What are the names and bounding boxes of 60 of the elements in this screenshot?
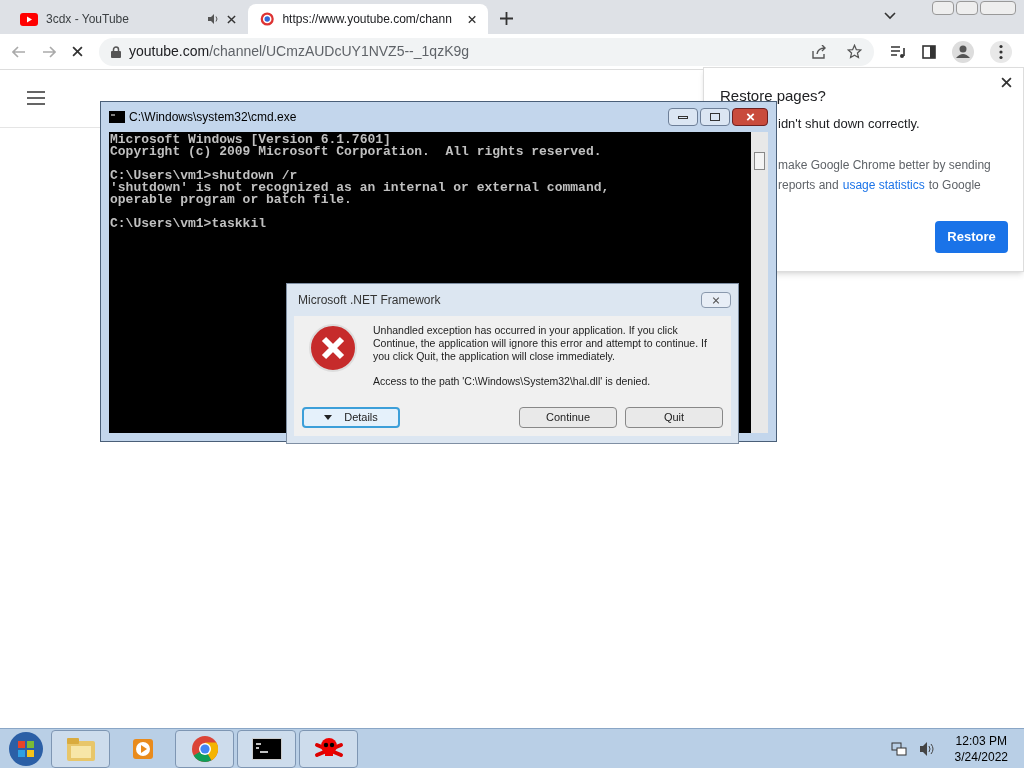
window-title: C:\Windows\system32\cmd.exe (129, 109, 297, 126)
browser-logo-icon (190, 734, 219, 763)
stop-loading-icon[interactable] (72, 46, 83, 57)
popup-text: make Google Chrome better by sending (778, 157, 991, 174)
close-icon (745, 113, 755, 121)
console-icon (109, 111, 125, 123)
details-button[interactable]: Details (302, 407, 400, 428)
folder-icon (65, 735, 96, 762)
new-tab-icon[interactable] (500, 12, 513, 25)
tab-title: https://www.youtube.com/chann (282, 11, 452, 28)
close-icon[interactable] (227, 14, 236, 24)
maximize-button[interactable] (700, 108, 730, 126)
console-line: operable program or batch file. (110, 194, 352, 206)
lock-icon (111, 45, 121, 58)
console-line: Microsoft Windows [Version 6.1.7601] (110, 134, 391, 146)
tab-title: 3cdx - YouTube (46, 11, 129, 28)
network-icon[interactable] (890, 740, 907, 757)
speaker-icon[interactable] (207, 13, 219, 25)
dialog-button[interactable]: Continue (519, 407, 617, 428)
console-icon (251, 737, 282, 760)
video-logo-icon (20, 12, 38, 26)
loading-icon (260, 11, 275, 27)
console-line: 'shutdown' is not recognized as an internal or external command, (110, 182, 610, 194)
side-panel-icon[interactable] (922, 44, 936, 59)
chevron-down-icon[interactable] (884, 12, 896, 20)
media-list-icon[interactable] (890, 44, 906, 59)
popup-message: idn't shut down correctly. (778, 115, 920, 133)
address-bar[interactable]: youtube.com/channel/UCmzAUDcUY1NVZ5--_1qzK9g (99, 37, 874, 66)
popup-text: to Google (928, 177, 981, 194)
error-detail: Access to the path 'C:\Windows\System32\hal.dll' is denied. (373, 375, 652, 388)
console-line: Copyright (c) 2009 Microsoft Corporation. All rights reserved. (110, 146, 602, 158)
url-text: youtube.com/channel/UCmzAUDcUY1NVZ5--_1qzK9g (129, 42, 470, 61)
popup-text: reports and (778, 177, 839, 194)
browser-tab[interactable]: 3cdx - YouTube (8, 4, 248, 34)
console-line: C:\Users\vm1>taskkil (110, 218, 267, 230)
speaker-icon[interactable] (918, 740, 935, 757)
error-icon (309, 324, 357, 372)
popup-title: Restore pages? (720, 86, 826, 106)
usage-statistics-link[interactable]: usage statistics (842, 176, 925, 194)
profile-icon[interactable] (952, 40, 974, 63)
share-icon[interactable] (811, 44, 827, 59)
clock[interactable]: 12:03 PM 3/24/2022 (954, 732, 1008, 765)
more-menu-icon[interactable] (990, 40, 1012, 63)
close-icon (712, 296, 720, 304)
minimize-button[interactable] (668, 108, 698, 126)
star-icon[interactable] (847, 44, 862, 59)
window-title: Microsoft .NET Framework (297, 292, 441, 309)
play-icon (130, 736, 155, 761)
console-line: C:\Users\vm1>shutdown /r (110, 170, 298, 182)
caret-icon (324, 415, 333, 420)
close-icon[interactable] (467, 14, 476, 24)
dialog-button[interactable]: Quit (625, 407, 723, 428)
close-button[interactable] (732, 108, 768, 126)
menu-icon[interactable] (27, 91, 45, 105)
restore-button[interactable]: Restore (935, 221, 1008, 253)
error-message: Unhandled exception has occurred in your application. If you click Continue, the application will ignore this error and attempt to continue. If you click Quit, the application will close immediately. (373, 324, 708, 363)
taskbar-button[interactable] (237, 729, 296, 768)
browser-tab[interactable]: https://www.youtube.com/chann (248, 4, 488, 34)
scrollbar[interactable] (751, 132, 768, 433)
close-icon[interactable] (1001, 77, 1012, 88)
